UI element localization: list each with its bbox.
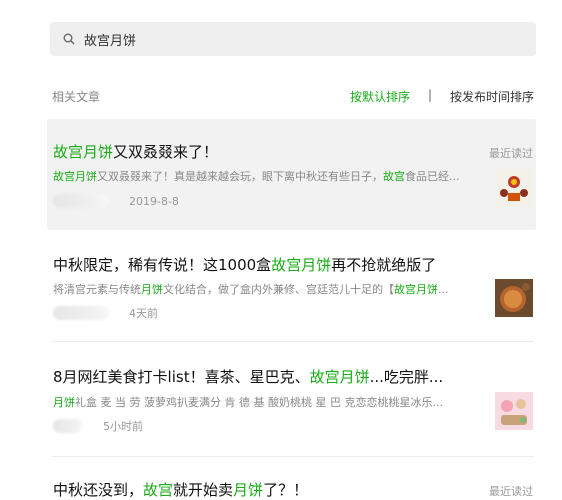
desc-text: 文化结合，做了盒内外兼修、宫廷范儿十足的【 (163, 283, 394, 296)
result-item-1[interactable]: 故宫月饼又双叒叕来了！ 最近读过 故宫月饼又双叒叕来了！真是越来越会玩，眼下离中… (47, 119, 536, 230)
result-description: 将清宫元素与传统月饼文化结合，做了盒内外兼修、宫廷范儿十足的【故宫月饼... (53, 281, 471, 297)
result-thumbnail[interactable] (495, 279, 533, 317)
result-thumbnail[interactable] (495, 169, 533, 207)
result-description: 故宫月饼又双叒叕来了！真是越来越会玩，眼下离中秋还有些日子，故宫食品已经... (53, 168, 471, 184)
desc-text: 又双叒叕来了！真是越来越会玩，眼下离中秋还有些日子， (97, 170, 383, 183)
account-name-blurred (53, 194, 109, 208)
desc-highlight: 故宫 (383, 170, 405, 183)
desc-highlight: 故宫月饼 (53, 170, 97, 183)
sort-separator: | (428, 88, 433, 102)
title-text: ...吃完胖... (369, 368, 444, 386)
title-text: 了？！ (263, 481, 309, 499)
desc-text: 将清宫元素与传统 (53, 283, 141, 296)
sort-by-time-button[interactable]: 按发布时间排序 (450, 88, 534, 105)
publish-date: 4天前 (129, 307, 158, 320)
filter-row: 相关文章 按默认排序 | 按发布时间排序 (52, 88, 534, 104)
result-item-4[interactable]: 中秋还没到，故宫就开始卖月饼了？！ 最近读过 (47, 465, 536, 499)
title-highlight: 故宫月饼 (53, 143, 114, 161)
publish-date: 5小时前 (103, 420, 143, 433)
title-text: 8月网红美食打卡list！喜茶、星巴克、 (53, 368, 310, 386)
result-title[interactable]: 故宫月饼又双叒叕来了！ (53, 141, 218, 162)
title-highlight: 月饼 (233, 481, 264, 499)
account-name-blurred (53, 419, 83, 433)
result-meta: 4天前 (53, 305, 158, 321)
desc-highlight: 月饼 (53, 396, 75, 409)
desc-text: 礼盒 麦 当 劳 菠萝鸡扒麦满分 肯 德 基 酸奶桃桃 星 巴 克恋恋桃桃星冰乐… (75, 396, 443, 409)
title-text: 中秋限定，稀有传说！这1000盒 (53, 256, 272, 274)
title-highlight: 故宫 (143, 481, 174, 499)
desc-text: 食品已经... (405, 170, 460, 183)
desc-highlight: 月饼 (141, 283, 163, 296)
result-divider (52, 341, 534, 342)
result-title[interactable]: 中秋限定，稀有传说！这1000盒故宫月饼再不抢就绝版了 (53, 254, 436, 275)
result-meta: 5小时前 (53, 418, 143, 434)
search-query[interactable]: 故宫月饼 (84, 30, 136, 49)
title-text: 中秋还没到， (53, 481, 144, 499)
recently-read-label: 最近读过 (489, 147, 533, 160)
related-articles-label: 相关文章 (52, 90, 101, 104)
desc-highlight: 故宫月饼 (394, 283, 438, 296)
result-description: 月饼礼盒 麦 当 劳 菠萝鸡扒麦满分 肯 德 基 酸奶桃桃 星 巴 克恋恋桃桃星… (53, 394, 471, 410)
result-divider (52, 456, 534, 457)
result-title[interactable]: 中秋还没到，故宫就开始卖月饼了？！ (53, 479, 308, 500)
account-name-blurred (53, 306, 109, 320)
desc-text: ... (438, 283, 449, 296)
result-title[interactable]: 8月网红美食打卡list！喜茶、星巴克、故宫月饼...吃完胖... (53, 366, 443, 387)
title-highlight: 故宫月饼 (271, 256, 332, 274)
publish-date: 2019-8-8 (129, 194, 179, 208)
title-text: 再不抢就绝版了 (331, 256, 437, 274)
title-highlight: 故宫月饼 (309, 368, 370, 386)
title-text: 又双叒叕来了！ (113, 143, 219, 161)
result-item-2[interactable]: 中秋限定，稀有传说！这1000盒故宫月饼再不抢就绝版了 将清宫元素与传统月饼文化… (47, 240, 536, 338)
search-bar[interactable]: 故宫月饼 (50, 22, 536, 56)
title-text: 就开始卖 (173, 481, 234, 499)
search-icon (62, 32, 76, 46)
result-thumbnail[interactable] (495, 392, 533, 430)
sort-default-button[interactable]: 按默认排序 (350, 88, 410, 105)
recently-read-label: 最近读过 (489, 485, 533, 498)
result-meta: 2019-8-8 (53, 193, 179, 209)
result-item-3[interactable]: 8月网红美食打卡list！喜茶、星巴克、故宫月饼...吃完胖... 月饼礼盒 麦… (47, 352, 536, 450)
